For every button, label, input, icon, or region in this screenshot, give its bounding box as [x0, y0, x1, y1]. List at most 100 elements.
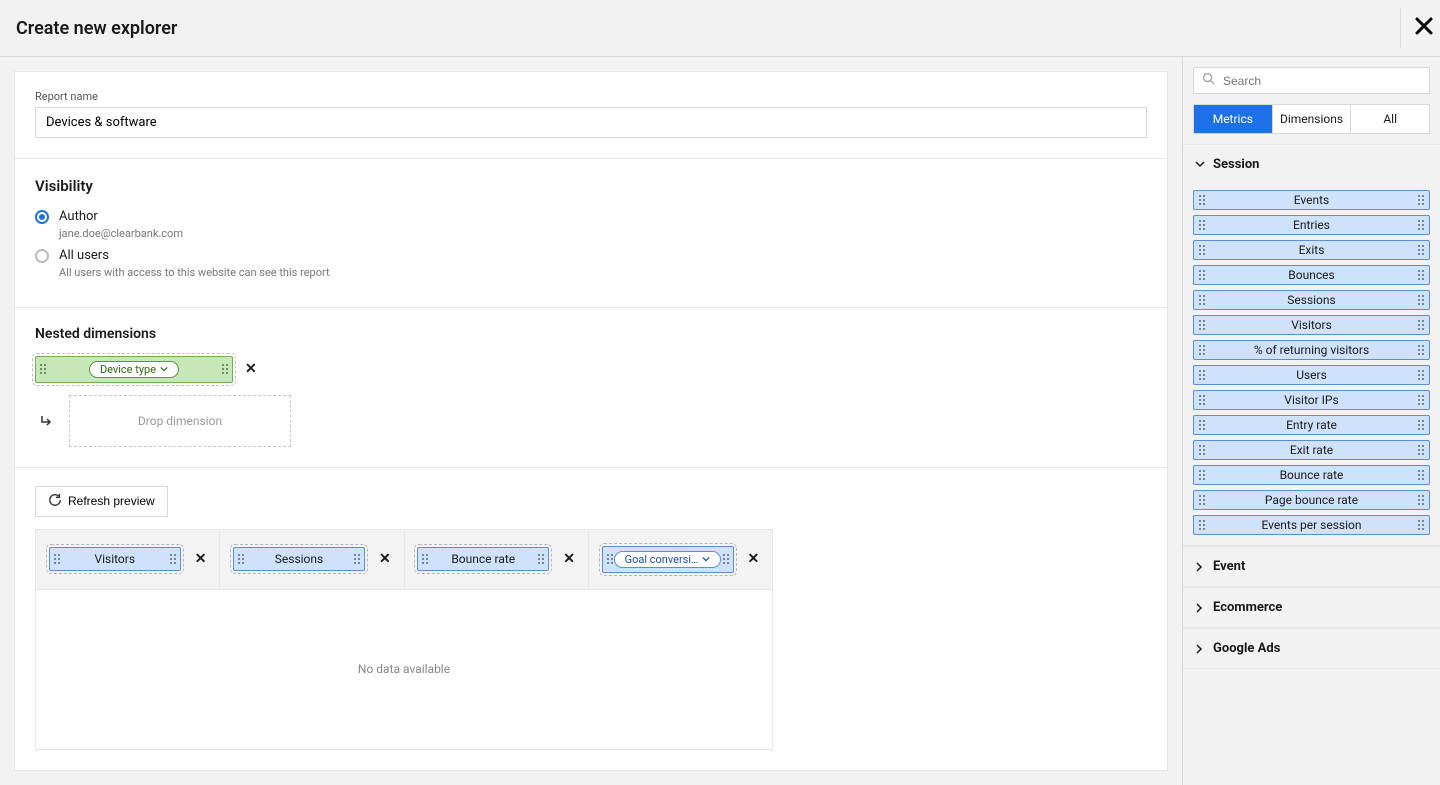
remove-metric-button[interactable]: ✕ — [748, 551, 760, 567]
grip-icon — [1197, 516, 1207, 534]
sidebar-metric-label: Users — [1296, 368, 1327, 382]
sidebar-metric-item[interactable]: Bounce rate — [1193, 465, 1430, 485]
chevron-down-icon — [702, 555, 710, 563]
report-name-input[interactable] — [35, 107, 1147, 138]
sidebar-metric-label: Bounces — [1288, 268, 1334, 282]
metric-chip-visitors[interactable]: Visitors — [49, 547, 181, 571]
sidebar-metric-item[interactable]: Events — [1193, 190, 1430, 210]
visibility-option-label: Author — [59, 209, 183, 226]
nested-title: Nested dimensions — [35, 326, 1147, 342]
grip-icon — [1197, 216, 1207, 234]
grip-icon — [236, 548, 246, 570]
grip-icon — [1416, 216, 1426, 234]
chevron-right-icon — [1195, 562, 1205, 572]
grip-icon — [168, 548, 178, 570]
main-content: Report name Visibility Author jane.doe@c… — [0, 57, 1182, 785]
dimension-dropzone[interactable]: Drop dimension — [69, 395, 291, 447]
chevron-right-icon — [1195, 644, 1205, 654]
page-title: Create new explorer — [16, 18, 177, 39]
dimension-chip-device-type[interactable]: Device type — [35, 356, 233, 383]
chevron-down-icon — [160, 365, 168, 373]
sidebar-metric-item[interactable]: Sessions — [1193, 290, 1430, 310]
sidebar-metric-item[interactable]: Entries — [1193, 215, 1430, 235]
dimension-pill[interactable]: Device type — [89, 361, 179, 378]
grip-icon — [1197, 441, 1207, 459]
remove-dimension-button[interactable]: ✕ — [245, 361, 257, 377]
sidebar-metric-label: Bounce rate — [1280, 468, 1344, 482]
sidebar-category-header[interactable]: Google Ads — [1183, 629, 1440, 668]
refresh-label: Refresh preview — [68, 494, 155, 508]
remove-metric-button[interactable]: ✕ — [563, 551, 575, 567]
grip-icon — [1416, 466, 1426, 484]
metric-chip-goal-conversion[interactable]: Goal conversi… — [602, 546, 734, 573]
sidebar-metric-item[interactable]: Entry rate — [1193, 415, 1430, 435]
grip-icon — [1197, 266, 1207, 284]
sidebar-metric-item[interactable]: Users — [1193, 365, 1430, 385]
visibility-option-label: All users — [59, 248, 330, 265]
metric-pill[interactable]: Goal conversi… — [614, 551, 722, 568]
sidebar-category-header[interactable]: Ecommerce — [1183, 588, 1440, 627]
grip-icon — [1416, 291, 1426, 309]
sidebar-metric-item[interactable]: Page bounce rate — [1193, 490, 1430, 510]
indent-arrow-icon — [39, 414, 53, 428]
sidebar-category: Google Ads — [1183, 628, 1440, 669]
grip-icon — [1416, 391, 1426, 409]
grip-icon — [1197, 366, 1207, 384]
sidebar-metric-label: Exit rate — [1290, 443, 1333, 457]
tab-all[interactable]: All — [1351, 105, 1429, 133]
sidebar-tabs: Metrics Dimensions All — [1193, 104, 1430, 134]
sidebar-category: Session Events Entries Exits Bounces Sessions… — [1183, 144, 1440, 546]
preview-body-empty: No data available — [35, 590, 773, 750]
grip-icon — [1416, 416, 1426, 434]
sidebar-metric-item[interactable]: Events per session — [1193, 515, 1430, 535]
section-preview: Refresh preview Visitors ✕ — [15, 467, 1167, 770]
grip-icon — [1416, 441, 1426, 459]
grip-icon — [1197, 241, 1207, 259]
sidebar-metric-label: Events — [1294, 193, 1330, 207]
sidebar: Metrics Dimensions All Session Events Entr… — [1182, 57, 1440, 785]
metric-chip-sessions[interactable]: Sessions — [233, 547, 365, 571]
grip-icon — [1197, 341, 1207, 359]
refresh-preview-button[interactable]: Refresh preview — [35, 486, 168, 517]
sidebar-metric-item[interactable]: % of returning visitors — [1193, 340, 1430, 360]
preview-column: Visitors ✕ — [36, 530, 220, 589]
tab-metrics[interactable]: Metrics — [1194, 105, 1273, 133]
sidebar-metric-label: Visitors — [1291, 318, 1332, 332]
sidebar-metric-label: Entry rate — [1286, 418, 1337, 432]
sidebar-metric-label: % of returning visitors — [1254, 343, 1369, 357]
sidebar-metric-item[interactable]: Bounces — [1193, 265, 1430, 285]
visibility-option-sub: jane.doe@clearbank.com — [59, 227, 183, 240]
sidebar-category-header[interactable]: Event — [1183, 547, 1440, 586]
sidebar-metric-label: Sessions — [1287, 293, 1335, 307]
preview-header: Visitors ✕ Sessions — [35, 529, 773, 590]
grip-icon — [38, 357, 48, 382]
grip-icon — [220, 357, 230, 382]
grip-icon — [1416, 241, 1426, 259]
close-button[interactable] — [1400, 8, 1440, 48]
search-input-wrap[interactable] — [1193, 67, 1430, 94]
search-icon — [1202, 72, 1215, 89]
grip-icon — [1416, 516, 1426, 534]
grip-icon — [1197, 191, 1207, 209]
sidebar-categories: Session Events Entries Exits Bounces Sessions… — [1183, 144, 1440, 669]
sidebar-metric-item[interactable]: Visitor IPs — [1193, 390, 1430, 410]
search-input[interactable] — [1221, 73, 1421, 89]
preview-table: Visitors ✕ Sessions — [35, 529, 773, 750]
modal-header: Create new explorer — [0, 0, 1440, 57]
sidebar-metric-item[interactable]: Visitors — [1193, 315, 1430, 335]
sidebar-category-label: Google Ads — [1213, 641, 1280, 656]
tab-dimensions[interactable]: Dimensions — [1273, 105, 1352, 133]
preview-column: Bounce rate ✕ — [405, 530, 589, 589]
sidebar-metric-item[interactable]: Exit rate — [1193, 440, 1430, 460]
grip-icon — [352, 548, 362, 570]
metric-chip-bounce-rate[interactable]: Bounce rate — [417, 547, 549, 571]
sidebar-category-label: Event — [1213, 559, 1245, 574]
remove-metric-button[interactable]: ✕ — [195, 551, 207, 567]
sidebar-category-label: Ecommerce — [1213, 600, 1282, 615]
visibility-option-author[interactable]: Author jane.doe@clearbank.com — [35, 209, 1147, 240]
visibility-option-all-users[interactable]: All users All users with access to this … — [35, 248, 1147, 279]
sidebar-category-header[interactable]: Session — [1183, 145, 1440, 184]
remove-metric-button[interactable]: ✕ — [379, 551, 391, 567]
sidebar-metric-item[interactable]: Exits — [1193, 240, 1430, 260]
report-name-label: Report name — [35, 90, 1147, 103]
